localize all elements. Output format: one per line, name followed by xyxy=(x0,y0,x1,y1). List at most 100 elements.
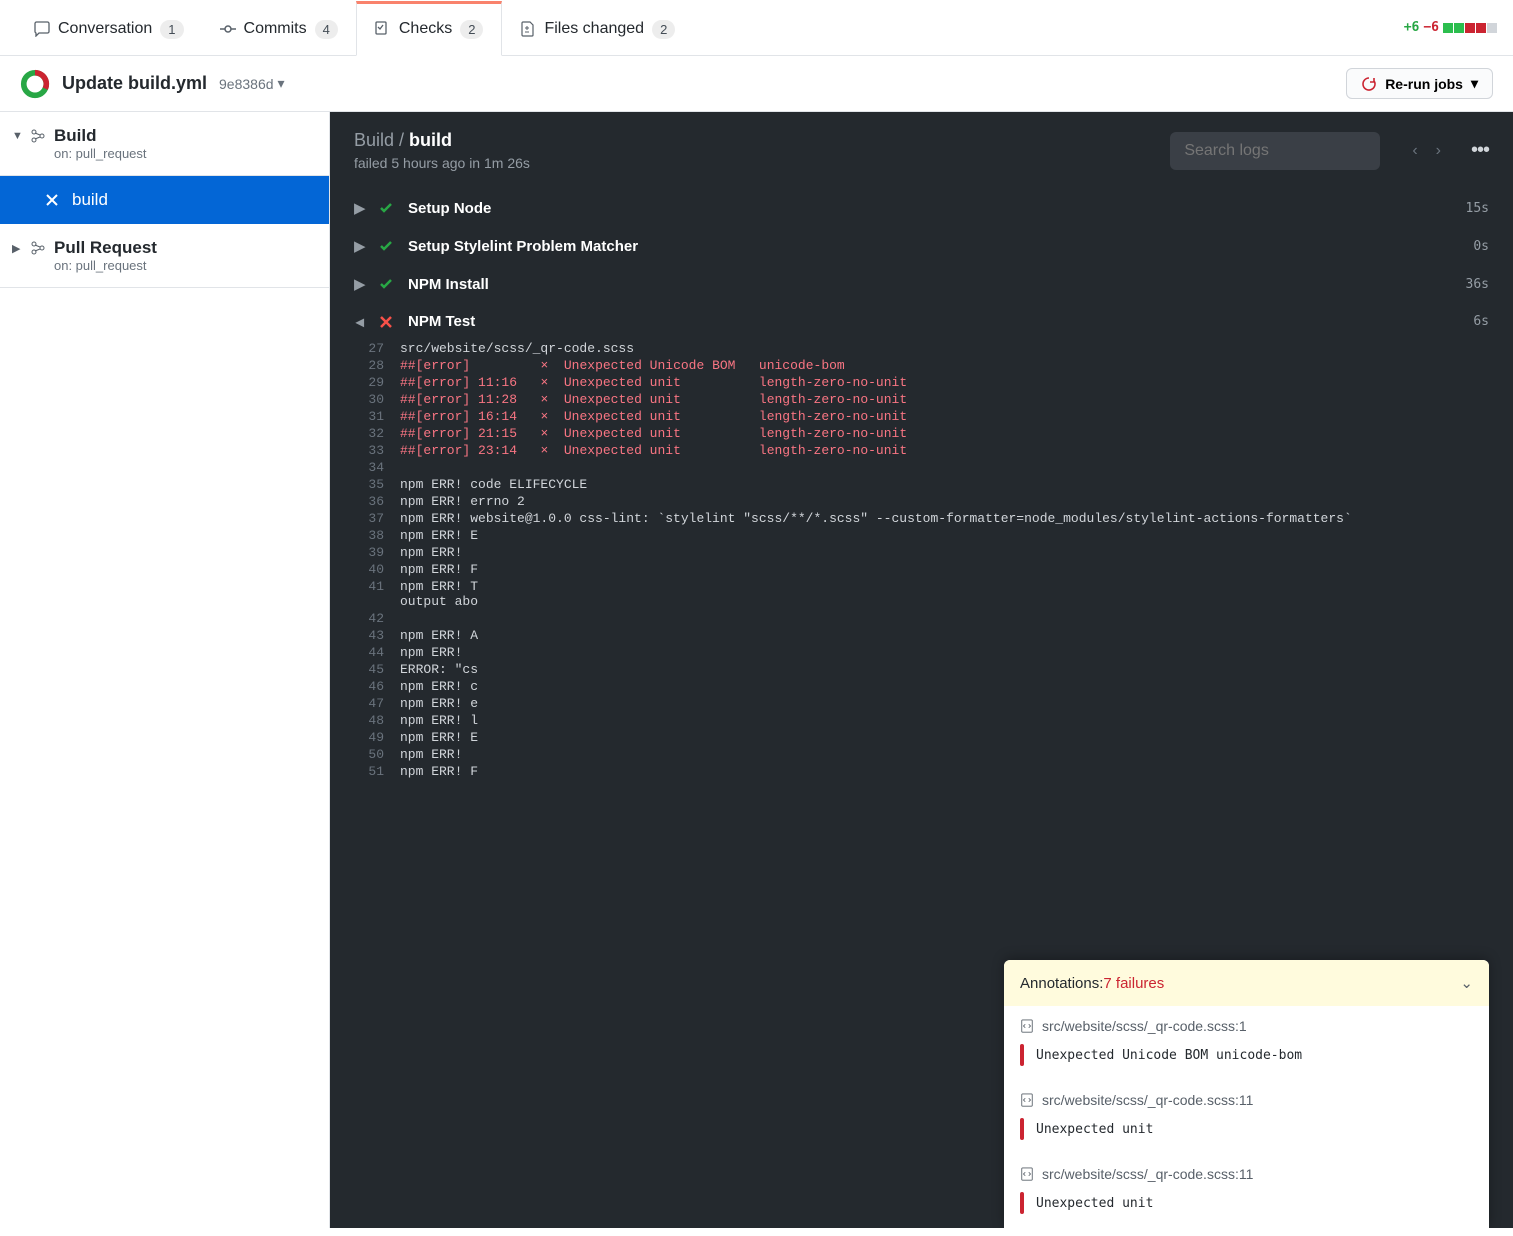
line-number: 44 xyxy=(330,645,400,660)
workflow-pull-request[interactable]: ▶ Pull Request on: pull_request xyxy=(0,224,329,288)
rerun-jobs-button[interactable]: Re-run jobs ▾ xyxy=(1346,68,1493,99)
line-text: ##[error] 23:14 × Unexpected unit length… xyxy=(400,443,1489,458)
line-number: 42 xyxy=(330,611,400,626)
log-line: 42 xyxy=(330,610,1513,627)
deletions-count: −6 xyxy=(1423,20,1439,35)
annotation-message: Unexpected unit xyxy=(1036,1196,1153,1211)
tab-label: Commits xyxy=(244,20,307,38)
diffstat[interactable]: +6 −6 xyxy=(1404,20,1497,35)
annotation-file: src/website/scss/_qr-code.scss:1 xyxy=(1020,1018,1473,1034)
checks-header: Update build.yml 9e8386d ▾ Re-run jobs ▾ xyxy=(0,56,1513,112)
workflow-name: Pull Request xyxy=(54,238,157,258)
tab-files-changed[interactable]: Files changed 2 xyxy=(502,1,693,55)
workflow-sidebar: ▼ Build on: pull_request build ▶ Pull Re… xyxy=(0,112,330,1228)
line-number: 51 xyxy=(330,764,400,779)
next-arrow-icon[interactable]: › xyxy=(1436,142,1441,160)
log-line: 38npm ERR! E xyxy=(330,527,1513,544)
line-text xyxy=(400,611,1489,626)
log-line: 34 xyxy=(330,459,1513,476)
log-line: 44npm ERR! xyxy=(330,644,1513,661)
log-line: 45ERROR: "cs xyxy=(330,661,1513,678)
line-number: 38 xyxy=(330,528,400,543)
workflow-name: Build xyxy=(54,126,147,146)
line-number: 35 xyxy=(330,477,400,492)
line-text: npm ERR! xyxy=(400,747,1489,762)
annotations-header[interactable]: Annotations: 7 failures ⌄ xyxy=(1004,960,1489,1006)
line-number: 27 xyxy=(330,341,400,356)
annotation-item[interactable]: src/website/scss/_qr-code.scss:11 Unexpe… xyxy=(1004,1154,1489,1228)
line-number: 29 xyxy=(330,375,400,390)
line-number: 37 xyxy=(330,511,400,526)
log-line: 51npm ERR! F xyxy=(330,763,1513,780)
annotation-file: src/website/scss/_qr-code.scss:11 xyxy=(1020,1166,1473,1182)
checklist-icon xyxy=(375,21,391,37)
tab-counter: 2 xyxy=(460,20,483,39)
prev-arrow-icon[interactable]: ‹ xyxy=(1412,142,1417,160)
additions-count: +6 xyxy=(1404,20,1420,35)
step-name: NPM Test xyxy=(408,313,1473,330)
log-line: 35npm ERR! code ELIFECYCLE xyxy=(330,476,1513,493)
line-text: npm ERR! T output abo xyxy=(400,579,1489,609)
tab-commits[interactable]: Commits 4 xyxy=(202,1,356,55)
line-text: ##[error] × Unexpected Unicode BOM unico… xyxy=(400,358,1489,373)
log-header: Build / build failed 5 hours ago in 1m 2… xyxy=(330,112,1513,189)
annotation-item[interactable]: src/website/scss/_qr-code.scss:1 Unexpec… xyxy=(1004,1006,1489,1080)
annotation-message: Unexpected unit xyxy=(1036,1122,1153,1137)
status-ring-icon xyxy=(20,69,50,99)
step-row[interactable]: ▼NPM Test6s xyxy=(330,303,1513,340)
line-number: 33 xyxy=(330,443,400,458)
log-line: 40npm ERR! F xyxy=(330,561,1513,578)
log-line: 39npm ERR! xyxy=(330,544,1513,561)
log-nav-arrows: ‹ › xyxy=(1412,142,1441,160)
tab-conversation[interactable]: Conversation 1 xyxy=(16,1,202,55)
step-row[interactable]: ▶ Setup Node15s xyxy=(330,189,1513,227)
caret-icon: ▶ xyxy=(354,199,366,217)
line-number: 50 xyxy=(330,747,400,762)
log-line: 46npm ERR! c xyxy=(330,678,1513,695)
annotation-item[interactable]: src/website/scss/_qr-code.scss:11 Unexpe… xyxy=(1004,1080,1489,1154)
comment-icon xyxy=(34,21,50,37)
step-name: NPM Install xyxy=(408,276,1466,293)
error-bar xyxy=(1020,1192,1024,1214)
annotations-body: src/website/scss/_qr-code.scss:1 Unexpec… xyxy=(1004,1006,1489,1228)
line-number: 36 xyxy=(330,494,400,509)
line-number: 49 xyxy=(330,730,400,745)
line-number: 31 xyxy=(330,409,400,424)
diff-blocks xyxy=(1443,23,1497,33)
commit-sha-dropdown[interactable]: 9e8386d ▾ xyxy=(219,75,285,92)
code-file-icon xyxy=(1020,1093,1034,1107)
code-file-icon xyxy=(1020,1019,1034,1033)
line-number: 34 xyxy=(330,460,400,475)
log-line: 49npm ERR! E xyxy=(330,729,1513,746)
sync-icon xyxy=(1361,76,1377,92)
step-duration: 15s xyxy=(1466,201,1489,216)
log-line: 30##[error] 11:28 × Unexpected unit leng… xyxy=(330,391,1513,408)
annotation-message: Unexpected Unicode BOM unicode-bom xyxy=(1036,1048,1302,1063)
step-name: Setup Stylelint Problem Matcher xyxy=(408,238,1473,255)
caret-right-icon: ▶ xyxy=(12,238,22,255)
log-line: 43npm ERR! A xyxy=(330,627,1513,644)
line-text xyxy=(400,460,1489,475)
line-text: ##[error] 21:15 × Unexpected unit length… xyxy=(400,426,1489,441)
line-text: ##[error] 11:28 × Unexpected unit length… xyxy=(400,392,1489,407)
check-icon xyxy=(378,238,394,254)
job-build[interactable]: build xyxy=(0,176,329,224)
tab-checks[interactable]: Checks 2 xyxy=(356,1,503,56)
kebab-menu-icon[interactable]: ••• xyxy=(1471,139,1489,162)
step-name: Setup Node xyxy=(408,200,1466,217)
step-duration: 36s xyxy=(1466,277,1489,292)
log-line: 50npm ERR! xyxy=(330,746,1513,763)
step-row[interactable]: ▶NPM Install36s xyxy=(330,265,1513,303)
log-line: 28##[error] × Unexpected Unicode BOM uni… xyxy=(330,357,1513,374)
line-text: npm ERR! website@1.0.0 css-lint: `stylel… xyxy=(400,511,1489,526)
tab-label: Conversation xyxy=(58,20,152,38)
line-text: npm ERR! l xyxy=(400,713,1489,728)
check-icon xyxy=(378,276,394,292)
search-logs-input[interactable] xyxy=(1170,132,1380,170)
workflow-build[interactable]: ▼ Build on: pull_request xyxy=(0,112,329,176)
annotations-panel: Annotations: 7 failures ⌄ src/website/sc… xyxy=(1004,960,1489,1228)
line-number: 28 xyxy=(330,358,400,373)
log-line: 27src/website/scss/_qr-code.scss xyxy=(330,340,1513,357)
step-row[interactable]: ▶Setup Stylelint Problem Matcher0s xyxy=(330,227,1513,265)
line-text: npm ERR! c xyxy=(400,679,1489,694)
